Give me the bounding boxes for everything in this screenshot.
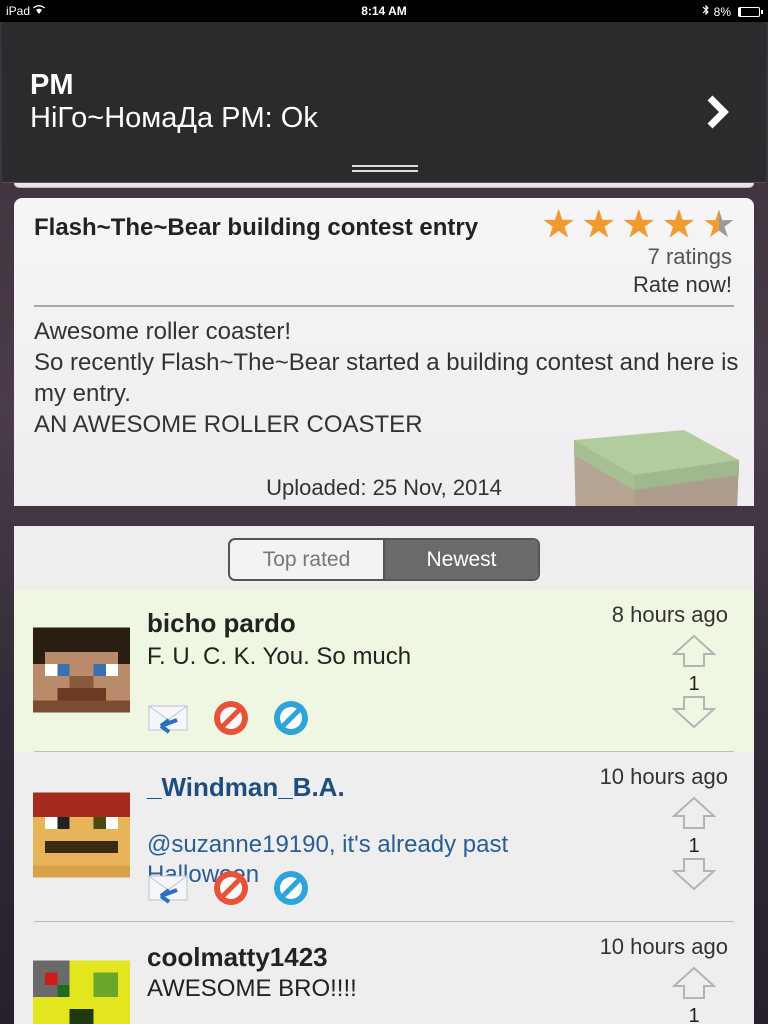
comment-time: 10 hours ago bbox=[599, 764, 728, 789]
description-line: AN AWESOME ROLLER COASTER bbox=[34, 411, 423, 438]
status-bar: iPad 8:14 AM 8% bbox=[0, 0, 768, 22]
reply-mail-icon[interactable] bbox=[147, 870, 191, 911]
report-icon[interactable] bbox=[271, 868, 311, 913]
comment-actions bbox=[147, 868, 311, 913]
pm-notification-banner[interactable]: PM НiГо~НомаДа PM: Ok bbox=[2, 22, 766, 183]
pm-title: PM bbox=[30, 69, 74, 101]
comment-time: 10 hours ago bbox=[599, 934, 728, 959]
block-icon[interactable] bbox=[211, 698, 251, 743]
tab-top-rated[interactable]: Top rated bbox=[230, 540, 385, 579]
entry-title: Flash~The~Bear building contest entry bbox=[34, 214, 479, 241]
battery-icon bbox=[738, 6, 763, 17]
vote-count: 1 bbox=[688, 835, 700, 857]
description-line: Awesome roller coaster! bbox=[34, 318, 291, 345]
status-time: 8:14 AM bbox=[361, 4, 407, 18]
tab-newest[interactable]: Newest bbox=[385, 540, 538, 579]
half-star-icon[interactable]: ★ bbox=[702, 206, 736, 244]
ratings-count: 7 ratings bbox=[647, 244, 732, 269]
pm-message: НiГо~НомаДа PM: Ok bbox=[30, 102, 318, 134]
comment-item: coolmatty1423 AWESOME BRO!!!! 10 hours a… bbox=[14, 922, 754, 1024]
downvote-arrow-icon[interactable] bbox=[671, 857, 717, 891]
vote-count: 1 bbox=[688, 1005, 700, 1024]
top-tab-bar-edge bbox=[14, 183, 754, 188]
vote-count: 1 bbox=[688, 673, 700, 695]
avatar[interactable] bbox=[33, 960, 130, 1024]
sort-segmented-control[interactable]: Top rated Newest bbox=[228, 538, 540, 581]
comment-item: bicho pardo F. U. C. K. You. So much 8 h… bbox=[14, 590, 754, 752]
comment-text: AWESOME BRO!!!! bbox=[147, 975, 357, 1002]
vote-control: 1 bbox=[671, 966, 717, 1024]
entry-card: Flash~The~Bear building contest entry ★ … bbox=[14, 198, 754, 506]
block-icon[interactable] bbox=[211, 868, 251, 913]
rate-now-link[interactable]: Rate now! bbox=[633, 272, 732, 298]
upvote-arrow-icon[interactable] bbox=[671, 966, 717, 1000]
upvote-arrow-icon[interactable] bbox=[671, 634, 717, 668]
star-icon[interactable]: ★ bbox=[582, 206, 616, 244]
vote-control: 1 bbox=[671, 796, 717, 896]
bluetooth-icon bbox=[702, 4, 710, 19]
comment-author[interactable]: _Windman_B.A. bbox=[147, 772, 345, 803]
banner-drag-handle[interactable] bbox=[352, 165, 418, 173]
vote-control: 1 bbox=[671, 634, 717, 734]
star-icon[interactable]: ★ bbox=[622, 206, 656, 244]
star-icon[interactable]: ★ bbox=[662, 206, 696, 244]
comment-item: _Windman_B.A. @suzanne19190, it's alread… bbox=[14, 752, 754, 922]
comment-actions bbox=[147, 698, 311, 743]
description-line: So recently Flash~The~Bear started a bui… bbox=[34, 349, 739, 407]
avatar[interactable] bbox=[33, 627, 130, 713]
report-icon[interactable] bbox=[271, 698, 311, 743]
comment-text: F. U. C. K. You. So much bbox=[147, 643, 412, 670]
comment-author[interactable]: coolmatty1423 bbox=[147, 942, 328, 973]
upload-date: Uploaded: 25 Nov, 2014 bbox=[266, 475, 502, 500]
star-rating[interactable]: ★ ★ ★ ★ ★ bbox=[542, 206, 736, 244]
downvote-arrow-icon[interactable] bbox=[671, 695, 717, 729]
reply-mail-icon[interactable] bbox=[147, 700, 191, 741]
comments-section: Top rated Newest bicho pardo F. U. C. K.… bbox=[14, 526, 754, 1024]
divider bbox=[34, 305, 734, 307]
battery-percent: 8% bbox=[713, 4, 731, 19]
comment-time: 8 hours ago bbox=[611, 602, 728, 627]
upvote-arrow-icon[interactable] bbox=[671, 796, 717, 830]
avatar[interactable] bbox=[33, 792, 130, 878]
star-icon[interactable]: ★ bbox=[542, 206, 576, 244]
chevron-right-icon[interactable] bbox=[704, 94, 730, 130]
comment-author[interactable]: bicho pardo bbox=[147, 608, 296, 639]
status-right: 8% bbox=[702, 4, 763, 19]
entry-description: Awesome roller coaster! So recently Flas… bbox=[34, 316, 744, 440]
